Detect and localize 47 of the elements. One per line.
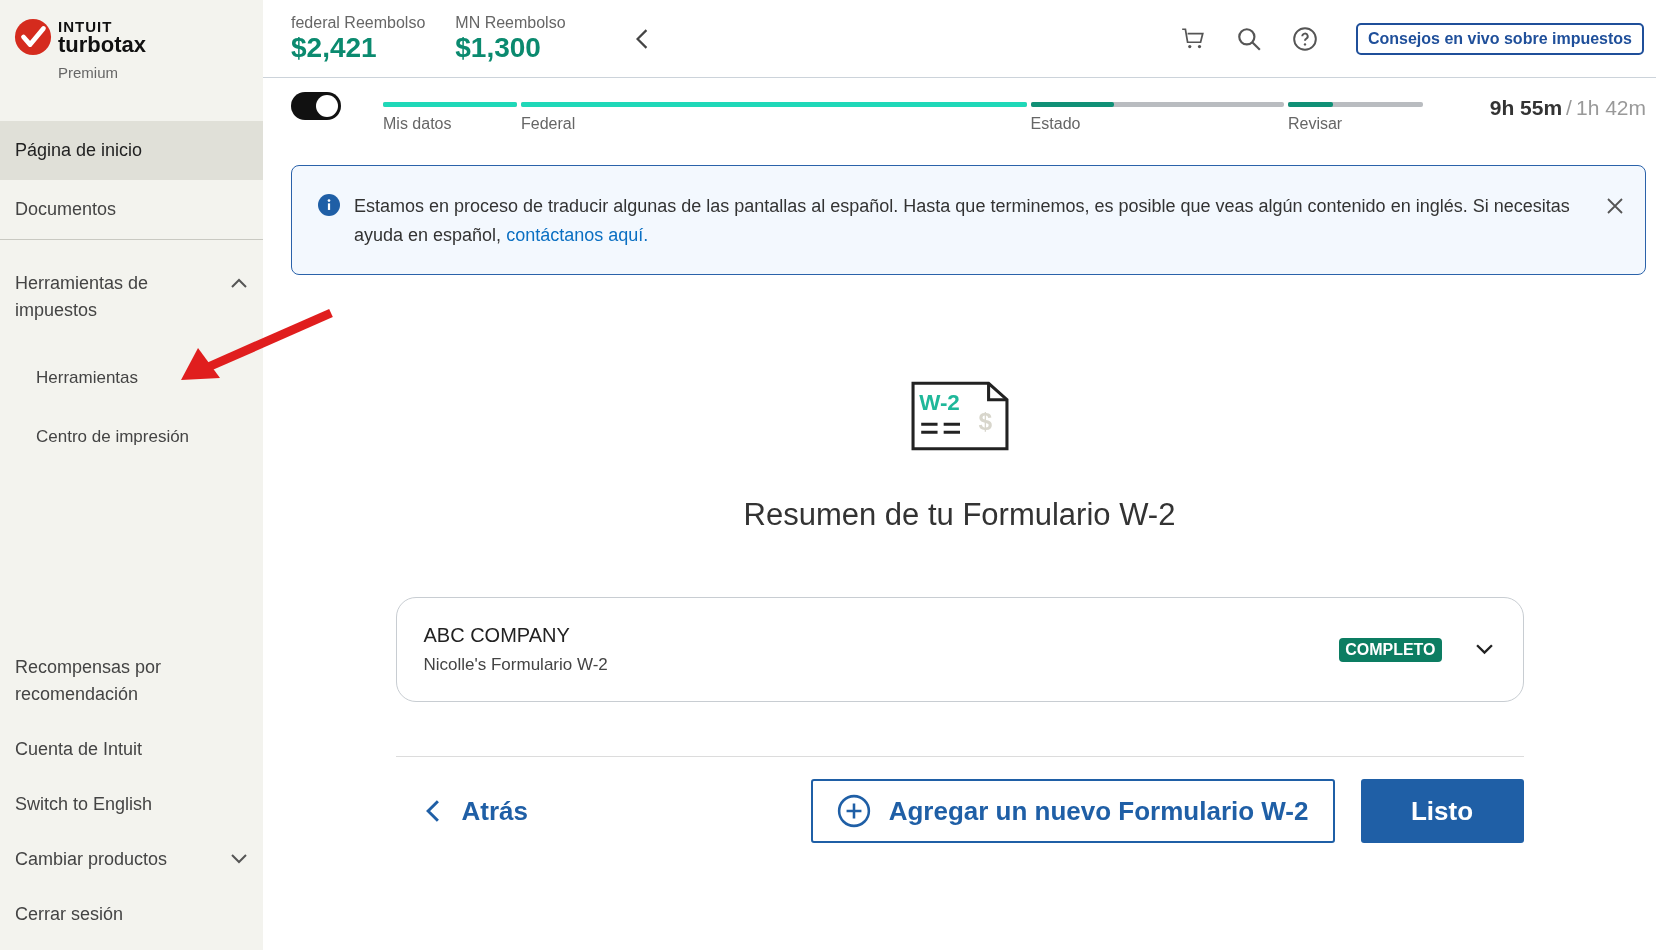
brand-company: INTUIT (58, 18, 114, 34)
elapsed-time: 9h 55m (1489, 96, 1563, 120)
form-name: Nicolle's Formulario W-2 (423, 655, 609, 675)
sidebar-link[interactable]: Cuenta de Intuit (0, 722, 230, 777)
estimated-time: 1h 42m (1575, 96, 1646, 120)
sidebar-link[interactable]: Recompensas por recomendación (0, 640, 230, 722)
chevron-icon[interactable] (1475, 644, 1493, 655)
edition-label: Premium (57, 63, 119, 81)
sidebar-link[interactable]: Switch to English (0, 777, 230, 832)
close-icon[interactable] (1607, 198, 1623, 214)
search-icon[interactable] (1235, 25, 1262, 52)
step-label: Federal (521, 115, 577, 133)
back-button[interactable]: Atrás (395, 785, 550, 837)
live-help-button[interactable]: Consejos en vivo sobre impuestos (1355, 22, 1644, 55)
sidebar-group[interactable]: Herramientas de impuestos (15, 270, 195, 324)
step-label: Estado (1030, 115, 1082, 133)
step-label: Mis datos (383, 115, 453, 133)
done-button[interactable]: Listo (1360, 779, 1524, 843)
toggle-switch[interactable] (291, 92, 341, 120)
back-chevron-icon (425, 800, 440, 822)
sidebar-item[interactable]: Página de inicio (0, 121, 263, 180)
checkmark-logo-icon (14, 18, 52, 56)
add-form-button[interactable]: Agregar un nuevo Formulario W-2 (810, 779, 1335, 843)
status-badge: COMPLETO (1339, 637, 1442, 662)
chevron-icon[interactable] (231, 854, 247, 864)
banner-message: Estamos en proceso de traducir algunas de las pantallas al español. Hasta que terminemos, es posible que veas algún contenido en inglés. Si necesitas ayuda en español, contáctanos aquí. (354, 195, 1571, 247)
refund-label: MN Reembolso (455, 13, 566, 32)
page-title: Resumen de tu Formulario W-2 (743, 497, 1176, 533)
collapse-chevron-icon[interactable] (635, 28, 648, 49)
sidebar-subitem[interactable]: Centro de impresión (0, 407, 263, 466)
sidebar-link[interactable]: Cerrar sesión (0, 887, 230, 942)
refund-label: federal Reembolso (291, 13, 426, 32)
brand-product: turbotax (58, 33, 146, 56)
sidebar-item[interactable]: Documentos (0, 180, 263, 239)
refund-amount: $1,300 (455, 31, 542, 64)
help-icon[interactable] (1291, 25, 1318, 52)
contact-link[interactable]: contáctanos aquí. (506, 225, 649, 245)
step-label: Revisar (1287, 115, 1344, 133)
plus-circle-icon (836, 794, 871, 828)
w2-form-icon: W-2 $ (910, 381, 1009, 451)
info-icon (318, 194, 340, 216)
sidebar-dropdown[interactable]: Cambiar productos (15, 846, 168, 873)
chevron-icon[interactable] (231, 278, 247, 288)
sidebar-subitem[interactable]: Herramientas (0, 348, 263, 407)
time-separator: / (1566, 96, 1572, 120)
refund-amount: $2,421 (291, 31, 378, 64)
employer-name: ABC COMPANY (423, 624, 571, 647)
